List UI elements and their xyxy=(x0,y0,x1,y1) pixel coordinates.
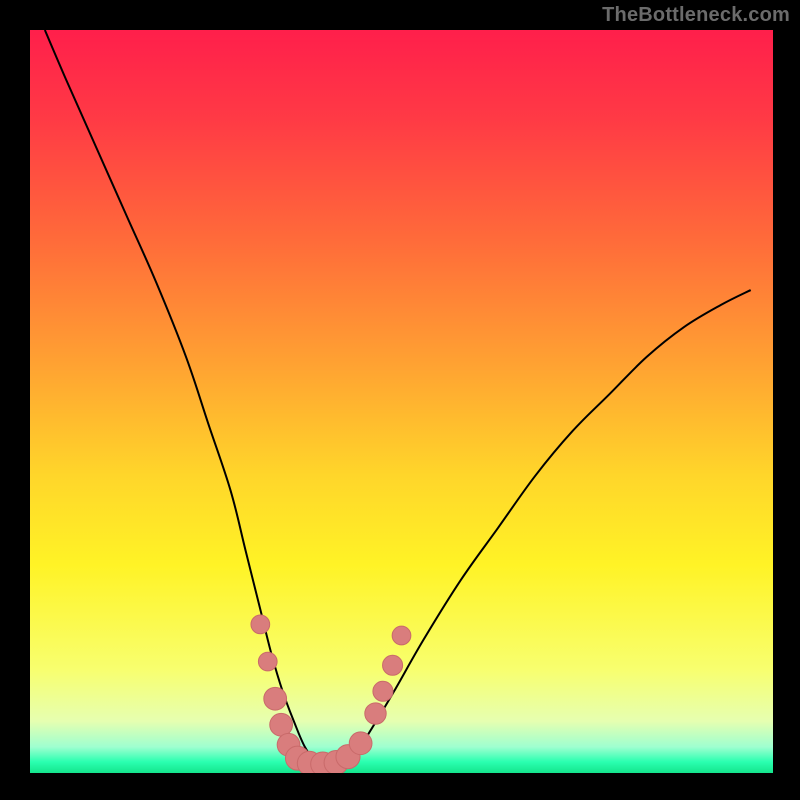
curve-marker xyxy=(349,732,372,755)
curve-marker xyxy=(258,652,277,671)
watermark-label: TheBottleneck.com xyxy=(602,4,790,27)
curve-marker xyxy=(270,713,293,736)
curve-marker xyxy=(373,681,393,701)
curve-marker xyxy=(251,615,270,634)
curve-marker xyxy=(392,626,411,645)
bottleneck-chart xyxy=(0,0,800,800)
chart-stage: TheBottleneck.com xyxy=(0,0,800,800)
curve-marker xyxy=(365,703,386,724)
plot-area xyxy=(30,30,773,776)
curve-marker xyxy=(383,655,403,675)
curve-marker xyxy=(264,687,287,710)
